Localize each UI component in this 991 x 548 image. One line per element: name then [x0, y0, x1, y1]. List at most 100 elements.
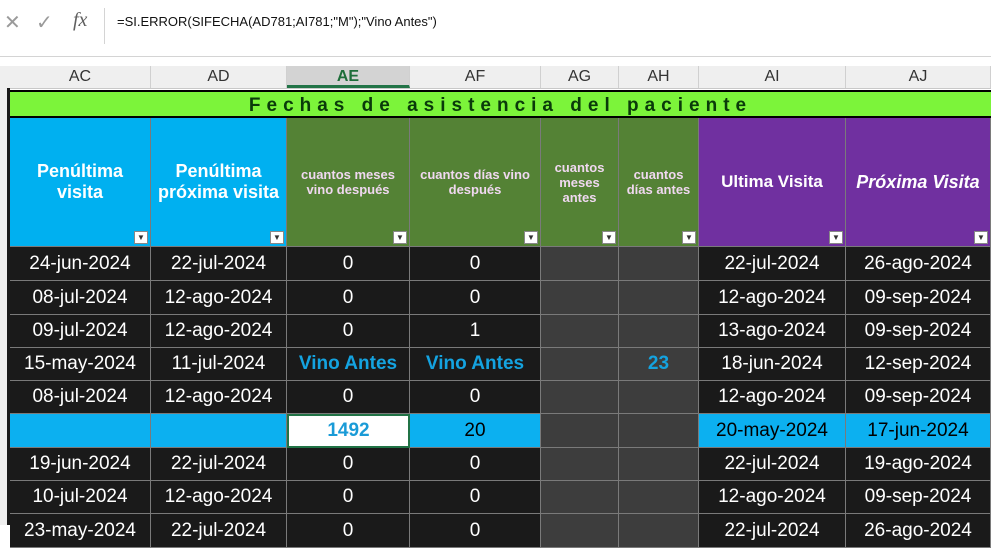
cell-ad-row-9[interactable]: 22-jul-2024 [151, 514, 287, 548]
header-ad: Penúltima próxima visita ▼ [151, 118, 287, 247]
filter-dropdown-icon[interactable]: ▼ [829, 231, 843, 244]
cell-aj-row-6[interactable]: 17-jun-2024 [846, 414, 991, 448]
column-header-ad[interactable]: AD [151, 66, 287, 88]
cell-ae-row-7[interactable]: 0 [287, 448, 410, 481]
cell-ac-row-5[interactable]: 08-jul-2024 [10, 381, 151, 414]
cell-ah-row-7[interactable] [619, 448, 699, 481]
cell-ai-row-4[interactable]: 18-jun-2024 [699, 348, 846, 381]
cell-ag-row-7[interactable] [541, 448, 619, 481]
cell-ai-row-9[interactable]: 22-jul-2024 [699, 514, 846, 548]
cell-ai-row-7[interactable]: 22-jul-2024 [699, 448, 846, 481]
filter-dropdown-icon[interactable]: ▼ [974, 231, 988, 244]
cell-aj-row-1[interactable]: 26-ago-2024 [846, 247, 991, 281]
header-label: Penúltima visita [36, 161, 124, 202]
cell-ad-row-8[interactable]: 12-ago-2024 [151, 481, 287, 514]
column-header-ai[interactable]: AI [699, 66, 846, 88]
column-header-ag[interactable]: AG [541, 66, 619, 88]
cell-ai-row-1[interactable]: 22-jul-2024 [699, 247, 846, 281]
cell-aj-row-7[interactable]: 19-ago-2024 [846, 448, 991, 481]
cell-ad-row-7[interactable]: 22-jul-2024 [151, 448, 287, 481]
header-ah: cuantos días antes ▼ [619, 118, 699, 247]
close-icon[interactable]: ✕ [4, 10, 21, 35]
header-ac: Penúltima visita ▼ [10, 118, 151, 247]
cell-af-row-7[interactable]: 0 [410, 448, 541, 481]
cell-ai-row-8[interactable]: 12-ago-2024 [699, 481, 846, 514]
cell-ae-row-1[interactable]: 0 [287, 247, 410, 281]
column-header-ac[interactable]: AC [10, 66, 151, 88]
cell-ag-row-9[interactable] [541, 514, 619, 548]
cell-af-row-2[interactable]: 0 [410, 281, 541, 315]
cell-ac-row-1[interactable]: 24-jun-2024 [10, 247, 151, 281]
column-header-ae[interactable]: AE [287, 66, 410, 88]
cell-aj-row-9[interactable]: 26-ago-2024 [846, 514, 991, 548]
cell-af-row-9[interactable]: 0 [410, 514, 541, 548]
cell-ah-row-4[interactable]: 23 [619, 348, 699, 381]
cell-ag-row-2[interactable] [541, 281, 619, 315]
cell-ai-row-5[interactable]: 12-ago-2024 [699, 381, 846, 414]
cell-ah-row-5[interactable] [619, 381, 699, 414]
cell-ad-row-2[interactable]: 12-ago-2024 [151, 281, 287, 315]
cell-ad-row-6[interactable] [151, 414, 287, 448]
cell-ad-row-3[interactable]: 12-ago-2024 [151, 315, 287, 348]
header-label: Ultima Visita [721, 172, 823, 191]
cell-ac-row-8[interactable]: 10-jul-2024 [10, 481, 151, 514]
cell-ad-row-1[interactable]: 22-jul-2024 [151, 247, 287, 281]
column-header-ah[interactable]: AH [619, 66, 699, 88]
cell-ag-row-1[interactable] [541, 247, 619, 281]
filter-dropdown-icon[interactable]: ▼ [524, 231, 538, 244]
cell-ai-row-2[interactable]: 12-ago-2024 [699, 281, 846, 315]
cell-ag-row-3[interactable] [541, 315, 619, 348]
cell-ac-row-7[interactable]: 19-jun-2024 [10, 448, 151, 481]
cell-ah-row-9[interactable] [619, 514, 699, 548]
filter-dropdown-icon[interactable]: ▼ [393, 231, 407, 244]
cell-ah-row-6[interactable] [619, 414, 699, 448]
cell-ag-row-6[interactable] [541, 414, 619, 448]
cell-ac-row-3[interactable]: 09-jul-2024 [10, 315, 151, 348]
cell-ae-row-5[interactable]: 0 [287, 381, 410, 414]
cell-ai-row-3[interactable]: 13-ago-2024 [699, 315, 846, 348]
header-label: cuantos meses vino después [301, 167, 395, 197]
header-label: cuantos días antes [626, 167, 691, 197]
cell-af-row-6[interactable]: 20 [410, 414, 541, 448]
filter-dropdown-icon[interactable]: ▼ [134, 231, 148, 244]
cell-ag-row-8[interactable] [541, 481, 619, 514]
cell-af-row-8[interactable]: 0 [410, 481, 541, 514]
cell-aj-row-3[interactable]: 09-sep-2024 [846, 315, 991, 348]
cell-ad-row-5[interactable]: 12-ago-2024 [151, 381, 287, 414]
cell-ac-row-6[interactable] [10, 414, 151, 448]
cell-ae-row-4[interactable]: Vino Antes [287, 348, 410, 381]
cell-ac-row-2[interactable]: 08-jul-2024 [10, 281, 151, 315]
cell-ag-row-5[interactable] [541, 381, 619, 414]
cell-ah-row-2[interactable] [619, 281, 699, 315]
cell-aj-row-4[interactable]: 12-sep-2024 [846, 348, 991, 381]
cell-aj-row-5[interactable]: 09-sep-2024 [846, 381, 991, 414]
cell-ah-row-8[interactable] [619, 481, 699, 514]
cell-af-row-3[interactable]: 1 [410, 315, 541, 348]
cell-ag-row-4[interactable] [541, 348, 619, 381]
cell-aj-row-2[interactable]: 09-sep-2024 [846, 281, 991, 315]
cell-ae-row-8[interactable]: 0 [287, 481, 410, 514]
cell-ai-row-6[interactable]: 20-may-2024 [699, 414, 846, 448]
cell-ae-row-6[interactable]: 1492 [287, 414, 410, 448]
header-label: cuantos días vino después [420, 167, 530, 197]
cell-ah-row-1[interactable] [619, 247, 699, 281]
cell-ae-row-3[interactable]: 0 [287, 315, 410, 348]
cell-af-row-4[interactable]: Vino Antes [410, 348, 541, 381]
column-header-af[interactable]: AF [410, 66, 541, 88]
cell-af-row-1[interactable]: 0 [410, 247, 541, 281]
filter-dropdown-icon[interactable]: ▼ [270, 231, 284, 244]
filter-dropdown-icon[interactable]: ▼ [682, 231, 696, 244]
fx-icon[interactable]: fx [73, 9, 87, 32]
cell-ac-row-4[interactable]: 15-may-2024 [10, 348, 151, 381]
cell-af-row-5[interactable]: 0 [410, 381, 541, 414]
check-icon[interactable]: ✓ [36, 10, 53, 35]
formula-input[interactable]: =SI.ERROR(SIFECHA(AD781;AI781;"M");"Vino… [117, 14, 437, 29]
cell-ae-row-2[interactable]: 0 [287, 281, 410, 315]
filter-dropdown-icon[interactable]: ▼ [602, 231, 616, 244]
cell-ae-row-9[interactable]: 0 [287, 514, 410, 548]
cell-aj-row-8[interactable]: 09-sep-2024 [846, 481, 991, 514]
cell-ah-row-3[interactable] [619, 315, 699, 348]
column-header-aj[interactable]: AJ [846, 66, 991, 88]
cell-ac-row-9[interactable]: 23-may-2024 [10, 514, 151, 548]
cell-ad-row-4[interactable]: 11-jul-2024 [151, 348, 287, 381]
